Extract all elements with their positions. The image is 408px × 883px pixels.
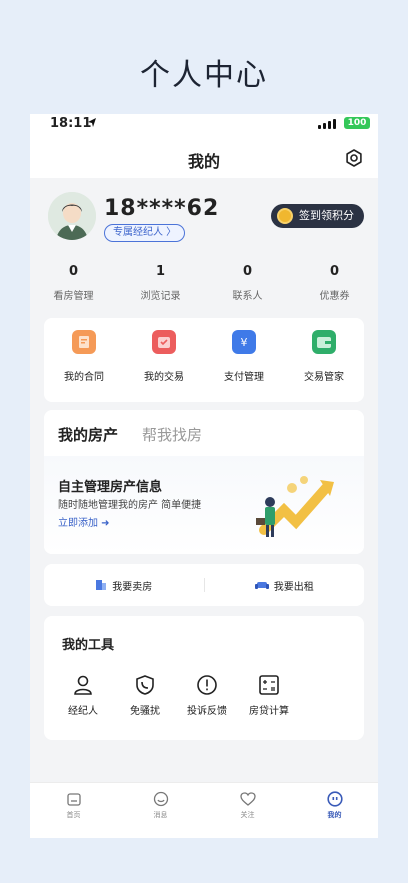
exclusive-agent-button[interactable]: 专属经纪人 〉 (104, 224, 186, 242)
stats-row: 0 看房管理 1 浏览记录 0 联系人 0 优惠券 (30, 264, 378, 302)
settings-gear-icon[interactable] (344, 148, 364, 168)
stat-label: 优惠券 (319, 291, 350, 302)
avatar[interactable] (48, 192, 96, 240)
signin-label: 签到领积分 (299, 209, 354, 222)
location-arrow-icon (88, 118, 96, 127)
svg-text:¥: ¥ (241, 336, 248, 349)
payment-icon: ¥ (232, 330, 256, 354)
tool-agent[interactable]: 经纪人 (52, 674, 114, 717)
tab-my-property[interactable]: 我的房产 (58, 424, 118, 445)
contract-icon (72, 330, 96, 354)
status-bar: 18:11 100 (30, 114, 378, 134)
tool-mortgage[interactable]: 房贷计算 (238, 674, 300, 717)
tool-label: 投诉反馈 (187, 706, 227, 717)
username: 18****62 (104, 196, 220, 221)
transaction-icon (152, 330, 176, 354)
sell-rent-card: 我要卖房 我要出租 (44, 564, 364, 606)
add-property-link[interactable]: 立即添加 ➜ (58, 514, 110, 529)
shortcut-label: 我的合同 (64, 372, 104, 383)
nav-title: 我的 (187, 152, 220, 171)
growth-illustration-icon (256, 476, 334, 537)
property-card: 我的房产 帮我找房 自主管理房产信息 随时随地管理我的房产 简单便捷 立即添加 … (44, 410, 364, 554)
shortcuts-card: 我的合同 我的交易 ¥ 支付管理 交易管家 (44, 318, 364, 402)
property-tabs: 我的房产 帮我找房 (58, 424, 202, 445)
tab-messages[interactable]: 消息 (117, 783, 204, 838)
shortcut-label: 交易管家 (304, 372, 344, 383)
tab-label: 首页 (66, 811, 81, 819)
stat-coupons[interactable]: 0 优惠券 (291, 264, 378, 302)
page-heading: 个人中心 (140, 58, 268, 93)
tab-label: 消息 (153, 811, 168, 819)
stat-value: 0 (242, 264, 253, 279)
message-icon (153, 791, 168, 807)
stat-label: 浏览记录 (140, 291, 181, 302)
stat-value: 0 (68, 264, 79, 279)
tab-find-home[interactable]: 帮我找房 (142, 424, 202, 445)
coin-icon (277, 208, 293, 224)
tool-no-harass[interactable]: 免骚扰 (114, 674, 176, 717)
sell-label: 我要卖房 (112, 581, 153, 593)
calculator-icon (259, 675, 279, 695)
stat-label: 联系人 (232, 291, 263, 302)
wallet-icon (312, 330, 336, 354)
property-title: 自主管理房产信息 (58, 480, 163, 495)
signal-icon (318, 119, 336, 129)
tool-feedback[interactable]: 投诉反馈 (176, 674, 238, 717)
shortcut-contract[interactable]: 我的合同 (44, 330, 124, 402)
status-time: 18:11 (50, 116, 92, 131)
rent-out-button[interactable]: 我要出租 (205, 578, 365, 593)
tab-label: 我的 (327, 811, 342, 819)
signin-points-button[interactable]: 签到领积分 (271, 204, 364, 228)
phone-screen: 18:11 100 我的 18****62 专属经纪人 〉 签到领积分 0 看房… (30, 114, 378, 838)
rent-label: 我要出租 (273, 581, 314, 593)
stat-contacts[interactable]: 0 联系人 (204, 264, 291, 302)
shortcut-label: 我的交易 (144, 372, 184, 383)
nav-bar: 我的 (30, 134, 378, 178)
phone-shield-icon (136, 675, 154, 695)
heart-icon (239, 792, 256, 806)
shortcut-label: 支付管理 (224, 372, 264, 383)
tab-mine[interactable]: 我的 (291, 783, 378, 838)
battery-icon: 100 (344, 117, 370, 129)
stat-value: 0 (329, 264, 340, 279)
stat-viewing[interactable]: 0 看房管理 (30, 264, 117, 302)
user-avatar-icon (48, 192, 96, 240)
tool-label: 经纪人 (68, 706, 98, 717)
sell-home-button[interactable]: 我要卖房 (44, 578, 204, 593)
building-icon (96, 580, 107, 590)
stat-label: 看房管理 (53, 291, 94, 302)
property-subtitle: 随时随地管理我的房产 简单便捷 (58, 500, 202, 511)
tools-title: 我的工具 (62, 638, 115, 653)
tab-label: 关注 (240, 811, 255, 819)
agent-icon (74, 675, 92, 695)
tab-home[interactable]: 首页 (30, 783, 117, 838)
stat-value: 1 (155, 264, 166, 279)
profile-icon (326, 791, 343, 807)
tab-follow[interactable]: 关注 (204, 783, 291, 838)
sofa-icon (254, 582, 269, 589)
shortcut-steward[interactable]: 交易管家 (284, 330, 364, 402)
tool-label: 房贷计算 (249, 706, 289, 717)
shortcut-payment[interactable]: ¥ 支付管理 (204, 330, 284, 402)
tools-card: 我的工具 经纪人 免骚扰 投诉反馈 房贷计算 (44, 616, 364, 740)
stat-history[interactable]: 1 浏览记录 (117, 264, 204, 302)
bottom-tab-bar: 首页 消息 关注 我的 (30, 782, 378, 838)
alert-icon (197, 675, 217, 695)
tool-label: 免骚扰 (130, 706, 160, 717)
home-icon (66, 793, 81, 806)
shortcut-transaction[interactable]: 我的交易 (124, 330, 204, 402)
tools-row: 经纪人 免骚扰 投诉反馈 房贷计算 (52, 674, 300, 717)
